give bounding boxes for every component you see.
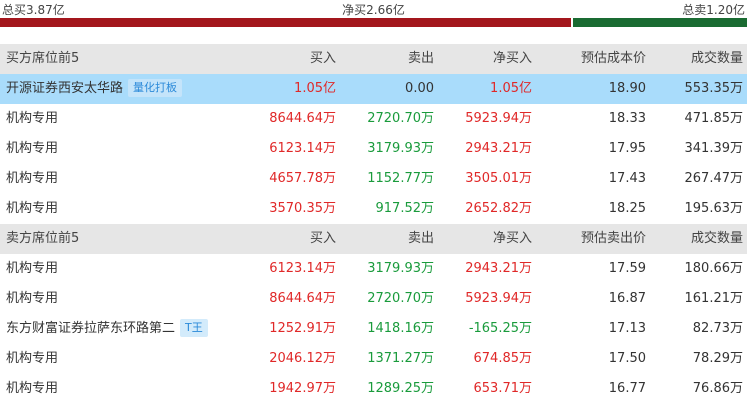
net-amount: 2943.21万	[465, 261, 532, 276]
header-volume: 成交数量	[690, 231, 743, 246]
seat-name: 机构专用	[6, 381, 59, 396]
volume: 180.66万	[684, 261, 744, 276]
table-row[interactable]: 机构专用 8644.64万 2720.70万 5923.94万 16.87 16…	[0, 284, 747, 314]
buy-amount: 1.05亿	[294, 81, 336, 96]
header-sell: 卖出	[407, 231, 434, 246]
sell-amount: 2720.70万	[367, 291, 434, 306]
sell-amount: 0.00	[405, 81, 434, 96]
buy-amount: 1942.97万	[269, 381, 336, 396]
table-row[interactable]: 机构专用 6123.14万 3179.93万 2943.21万 17.59 18…	[0, 254, 747, 284]
header-buy: 买入	[309, 231, 336, 246]
table-row[interactable]: 机构专用 2046.12万 1371.27万 674.85万 17.50 78.…	[0, 344, 747, 374]
seat-tag[interactable]: 量化打板	[128, 79, 183, 97]
seat-tag[interactable]: T王	[180, 319, 208, 337]
sell-amount: 1371.27万	[367, 351, 434, 366]
sell-table-header: 卖方席位前5 买入 卖出 净买入 预估卖出价 成交数量	[0, 224, 747, 254]
buy-amount: 6123.14万	[269, 261, 336, 276]
header-seat: 卖方席位前5	[6, 231, 80, 246]
sell-amount: 1152.77万	[367, 171, 434, 186]
sell-price: 16.77	[608, 381, 646, 396]
seat-name: 机构专用	[6, 171, 59, 186]
buy-amount: 8644.64万	[269, 291, 336, 306]
volume: 78.29万	[692, 351, 743, 366]
volume: 82.73万	[692, 321, 743, 336]
seat-name: 机构专用	[6, 111, 59, 126]
sell-amount: 2720.70万	[367, 111, 434, 126]
seat-name: 机构专用	[6, 201, 59, 216]
table-row[interactable]: 机构专用 6123.14万 3179.93万 2943.21万 17.95 34…	[0, 134, 747, 164]
volume: 553.35万	[684, 81, 744, 96]
sell-amount: 3179.93万	[367, 261, 434, 276]
net-amount: 5923.94万	[465, 111, 532, 126]
volume: 161.21万	[684, 291, 744, 306]
volume: 195.63万	[684, 201, 744, 216]
sell-price: 17.13	[608, 321, 646, 336]
net-amount: 2652.82万	[465, 201, 532, 216]
net-amount: 674.85万	[473, 351, 533, 366]
sell-price: 17.59	[608, 261, 646, 276]
net-amount: -165.25万	[468, 321, 532, 336]
cost-price: 18.25	[608, 201, 646, 216]
seat-name: 机构专用	[6, 141, 59, 156]
volume: 76.86万	[692, 381, 743, 396]
seat-name: 机构专用	[6, 351, 59, 366]
buy-amount: 8644.64万	[269, 111, 336, 126]
header-net: 净买入	[492, 231, 532, 246]
cost-price: 18.90	[608, 81, 646, 96]
table-row[interactable]: 东方财富证券拉萨东环路第二 T王 1252.91万 1418.16万 -165.2…	[0, 314, 747, 344]
header-cost-price: 预估成本价	[580, 51, 646, 66]
cost-price: 17.95	[608, 141, 646, 156]
total-sell-label: 总卖1.20亿	[682, 3, 745, 17]
buy-ratio-bar	[0, 18, 571, 27]
header-net: 净买入	[492, 51, 532, 66]
seat-cell: 东方财富证券拉萨东环路第二 T王	[6, 314, 208, 344]
table-row[interactable]: 机构专用 4657.78万 1152.77万 3505.01万 17.43 26…	[0, 164, 747, 194]
cost-price: 17.43	[608, 171, 646, 186]
seat-name: 东方财富证券拉萨东环路第二	[6, 321, 176, 336]
buy-table-header: 买方席位前5 买入 卖出 净买入 预估成本价 成交数量	[0, 44, 747, 74]
sell-amount: 917.52万	[375, 201, 435, 216]
net-buy-label: 净买2.66亿	[342, 3, 405, 17]
sell-price: 16.87	[608, 291, 646, 306]
header-sell: 卖出	[407, 51, 434, 66]
volume: 471.85万	[684, 111, 744, 126]
sell-price: 17.50	[608, 351, 646, 366]
seat-cell: 开源证券西安太华路 量化打板	[6, 74, 183, 104]
net-amount: 2943.21万	[465, 141, 532, 156]
summary-bar: 总买3.87亿 净买2.66亿 总卖1.20亿	[0, 0, 747, 28]
net-amount: 653.71万	[473, 381, 533, 396]
header-seat: 买方席位前5	[6, 51, 80, 66]
table-row[interactable]: 开源证券西安太华路 量化打板 1.05亿 0.00 1.05亿 18.90 553…	[0, 74, 747, 104]
sell-amount: 1418.16万	[367, 321, 434, 336]
buy-amount: 3570.35万	[269, 201, 336, 216]
net-amount: 5923.94万	[465, 291, 532, 306]
buy-amount: 2046.12万	[269, 351, 336, 366]
seat-name: 开源证券西安太华路	[6, 81, 124, 96]
sell-ratio-bar	[573, 18, 747, 27]
table-row[interactable]: 机构专用 3570.35万 917.52万 2652.82万 18.25 195…	[0, 194, 747, 224]
seat-name: 机构专用	[6, 261, 59, 276]
header-volume: 成交数量	[690, 51, 743, 66]
volume: 267.47万	[684, 171, 744, 186]
sell-amount: 3179.93万	[367, 141, 434, 156]
header-buy: 买入	[309, 51, 336, 66]
buy-amount: 1252.91万	[269, 321, 336, 336]
table-row[interactable]: 机构专用 8644.64万 2720.70万 5923.94万 18.33 47…	[0, 104, 747, 134]
cost-price: 18.33	[608, 111, 646, 126]
header-sell-price: 预估卖出价	[580, 231, 646, 246]
seat-name: 机构专用	[6, 291, 59, 306]
net-amount: 1.05亿	[490, 81, 532, 96]
buy-amount: 4657.78万	[269, 171, 336, 186]
volume: 341.39万	[684, 141, 744, 156]
table-row[interactable]: 机构专用 1942.97万 1289.25万 653.71万 16.77 76.…	[0, 374, 747, 400]
net-amount: 3505.01万	[465, 171, 532, 186]
sell-amount: 1289.25万	[367, 381, 434, 396]
buy-amount: 6123.14万	[269, 141, 336, 156]
